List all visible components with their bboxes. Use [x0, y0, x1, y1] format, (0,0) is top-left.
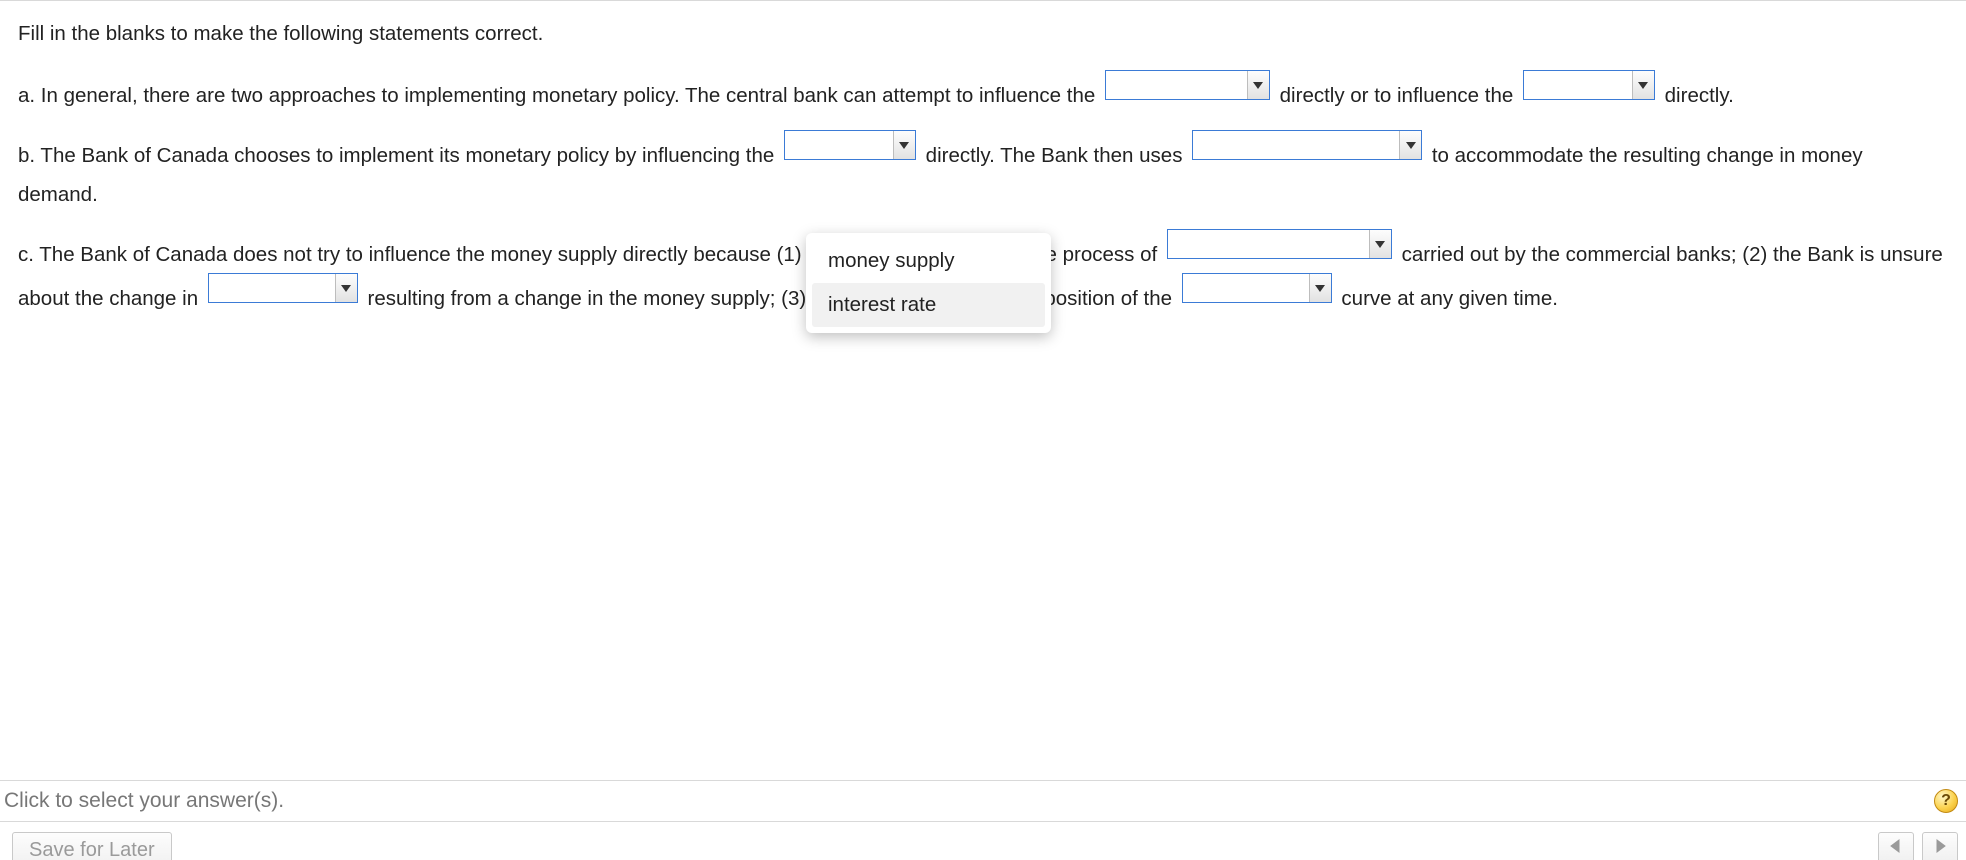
blank-c-3[interactable] [1182, 273, 1332, 303]
nav-button-group [1878, 832, 1958, 860]
text-a-3: directly. [1665, 84, 1734, 107]
chevron-down-icon [1638, 80, 1648, 90]
dropdown-menu[interactable]: money supply interest rate [806, 233, 1051, 333]
chevron-down-icon [1406, 140, 1416, 150]
dropdown-toggle[interactable] [1632, 71, 1654, 99]
dropdown-toggle[interactable] [893, 131, 915, 159]
footer-instruction-bar: Click to select your answer(s). ? [0, 780, 1966, 822]
blank-b-2[interactable] [1192, 130, 1422, 160]
text-a-1: a. In general, there are two approaches … [18, 84, 1101, 107]
dropdown-toggle[interactable] [1399, 131, 1421, 159]
text-c-3: resulting from a change in the money sup… [368, 287, 1178, 310]
footer-instruction-text: Click to select your answer(s). [4, 789, 284, 813]
chevron-down-icon [1315, 283, 1325, 293]
dropdown-option-interest-rate[interactable]: interest rate [812, 283, 1045, 327]
prev-button[interactable] [1878, 832, 1914, 860]
blank-a-2[interactable] [1523, 70, 1655, 100]
chevron-down-icon [899, 140, 909, 150]
dropdown-toggle[interactable] [1247, 71, 1269, 99]
bottom-toolbar: Save for Later [0, 822, 1966, 860]
triangle-left-icon [1890, 839, 1902, 853]
statement-a: a. In general, there are two approaches … [18, 72, 1948, 116]
next-button[interactable] [1922, 832, 1958, 860]
chevron-down-icon [1375, 239, 1385, 249]
intro-text: Fill in the blanks to make the following… [18, 15, 1948, 54]
text-c-4: curve at any given time. [1341, 287, 1558, 310]
question-panel: Fill in the blanks to make the following… [0, 0, 1966, 860]
text-b-1: b. The Bank of Canada chooses to impleme… [18, 144, 780, 167]
chevron-down-icon [341, 283, 351, 293]
text-b-2: directly. The Bank then uses [926, 144, 1188, 167]
blank-c-2[interactable] [208, 273, 358, 303]
statement-b: b. The Bank of Canada chooses to impleme… [18, 132, 1948, 215]
dropdown-toggle[interactable] [335, 274, 357, 302]
text-a-2: directly or to influence the [1280, 84, 1519, 107]
triangle-right-icon [1934, 839, 1946, 853]
chevron-down-icon [1253, 80, 1263, 90]
dropdown-toggle[interactable] [1309, 274, 1331, 302]
dropdown-toggle[interactable] [1369, 230, 1391, 258]
blank-a-1[interactable] [1105, 70, 1270, 100]
blank-c-1[interactable] [1167, 229, 1392, 259]
help-button[interactable]: ? [1934, 789, 1958, 813]
dropdown-option-money-supply[interactable]: money supply [812, 239, 1045, 283]
save-for-later-button[interactable]: Save for Later [12, 832, 172, 860]
blank-b-1[interactable] [784, 130, 916, 160]
